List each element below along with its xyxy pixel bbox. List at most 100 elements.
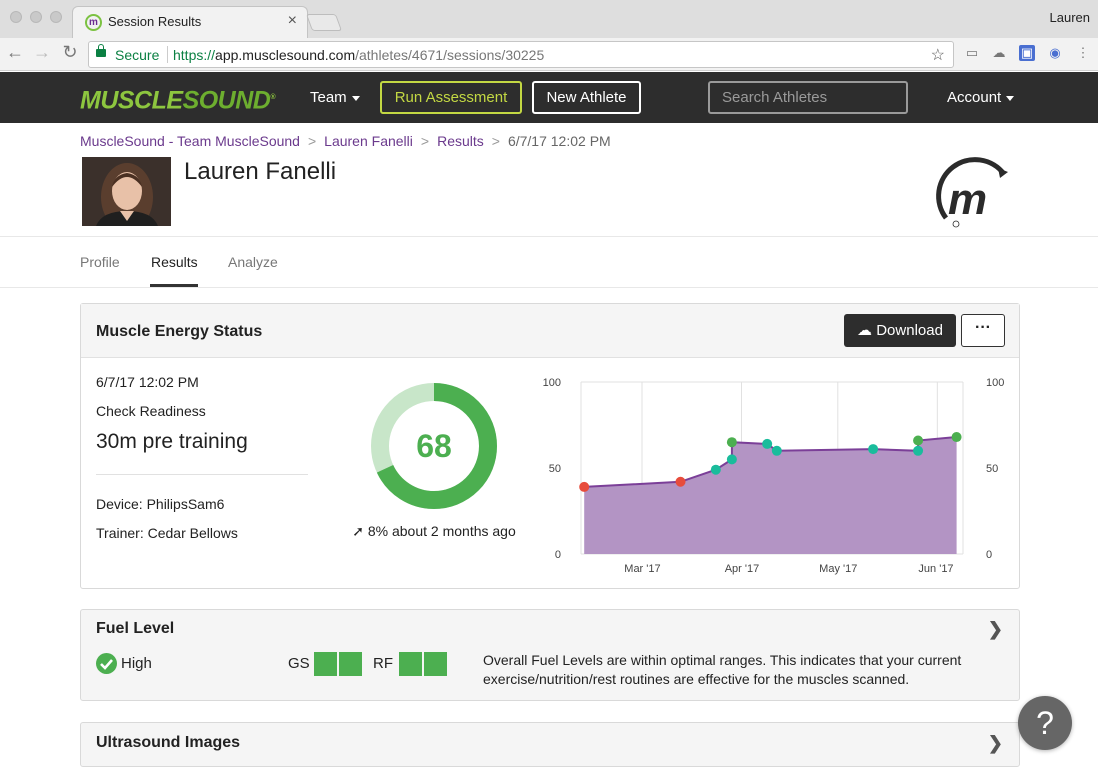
y-tick-label-right: 100 xyxy=(986,377,1004,389)
muscle-label-rf: RF xyxy=(373,655,393,672)
tab-title: Session Results xyxy=(108,14,202,29)
tab-profile[interactable]: Profile xyxy=(80,254,120,270)
url-text: https://app.musclesound.com/athletes/467… xyxy=(173,47,545,63)
address-bar[interactable]: Secure https://app.musclesound.com/athle… xyxy=(88,41,954,68)
chart-area xyxy=(584,437,957,554)
x-tick-label: May '17 xyxy=(819,563,857,575)
score-history-chart: 100 100 50 50 0 0 Mar '17 Apr '17 May '17 Jun '17 xyxy=(543,377,1005,575)
panel-title: Ultrasound Images xyxy=(96,734,241,751)
breadcrumb-team[interactable]: MuscleSound - Team MuscleSound xyxy=(80,133,300,149)
url-divider xyxy=(167,46,168,63)
cloud-download-icon: ☁ xyxy=(857,322,873,339)
chevron-right-icon[interactable]: ❯ xyxy=(988,733,1003,754)
fuel-bars-gs xyxy=(314,652,362,676)
chevron-right-icon[interactable]: ❯ xyxy=(988,619,1003,640)
more-options-button[interactable]: ··· xyxy=(961,314,1005,347)
arrow-up-right-icon: ➚ xyxy=(352,523,364,539)
browser-toolbar: ← → ↻ Secure https://app.musclesound.com… xyxy=(0,38,1098,71)
data-point xyxy=(726,454,737,465)
y-tick-label-left: 100 xyxy=(543,377,561,389)
fuel-description: Overall Fuel Levels are within optimal r… xyxy=(483,652,962,687)
score-trend: ➚ 8% about 2 months ago xyxy=(352,523,516,539)
data-point xyxy=(913,435,924,446)
panel-title: Fuel Level xyxy=(96,620,175,637)
menu-dots-icon[interactable]: ⋮ xyxy=(1075,45,1091,61)
musclesound-m-logo-icon: m xyxy=(936,157,1008,228)
breadcrumb-results[interactable]: Results xyxy=(437,133,484,149)
divider xyxy=(96,474,308,475)
reload-icon[interactable]: ↻ xyxy=(60,42,80,63)
panel-header: Muscle Energy Status ☁ Download ··· xyxy=(81,304,1019,358)
run-assessment-button[interactable]: Run Assessment xyxy=(380,81,522,114)
favicon-icon: m xyxy=(85,14,102,31)
lock-icon xyxy=(96,44,106,57)
tab-analyze[interactable]: Analyze xyxy=(228,254,278,270)
breadcrumb-athlete[interactable]: Lauren Fanelli xyxy=(324,133,413,149)
data-point xyxy=(579,481,590,492)
fuel-bar xyxy=(339,652,362,676)
window-minimize-control[interactable] xyxy=(30,11,42,23)
caret-down-icon xyxy=(351,95,360,101)
cast-icon[interactable]: ▭ xyxy=(964,45,980,61)
account-dropdown[interactable]: Account xyxy=(947,89,1015,106)
musclesound-logo[interactable]: MUSCLESOUND® xyxy=(80,84,275,114)
data-point xyxy=(771,445,782,456)
data-point xyxy=(710,464,721,475)
breadcrumb-current: 6/7/17 12:02 PM xyxy=(507,133,611,149)
data-point xyxy=(951,432,962,443)
data-point xyxy=(762,438,773,449)
muscle-label-gs: GS xyxy=(288,655,310,672)
back-arrow-icon[interactable]: ← xyxy=(5,42,25,63)
athlete-avatar xyxy=(82,157,171,226)
window-close-control[interactable] xyxy=(10,11,22,23)
divider xyxy=(0,236,1098,237)
fuel-bar xyxy=(399,652,422,676)
search-athletes-input[interactable] xyxy=(708,81,908,114)
data-point xyxy=(913,445,924,456)
extension-icon[interactable]: ▣ xyxy=(1019,45,1035,61)
session-type: Check Readiness xyxy=(96,403,206,419)
fuel-bar xyxy=(314,652,337,676)
close-icon[interactable]: × xyxy=(288,12,297,30)
browser-profile-name[interactable]: Lauren xyxy=(1050,10,1090,25)
data-point xyxy=(868,444,879,455)
ultrasound-images-panel[interactable]: Ultrasound Images ❯ xyxy=(80,722,1020,767)
data-point xyxy=(726,437,737,448)
panel-title: Muscle Energy Status xyxy=(96,323,263,340)
x-tick-label: Apr '17 xyxy=(725,563,760,575)
fuel-bar xyxy=(424,652,447,676)
cloud-icon[interactable]: ☁ xyxy=(991,45,1007,61)
breadcrumb: MuscleSound - Team MuscleSound > Lauren Fa… xyxy=(80,133,611,149)
new-tab-button[interactable] xyxy=(305,14,343,31)
x-tick-label: Mar '17 xyxy=(624,563,660,575)
session-timing: 30m pre training xyxy=(96,430,248,453)
app-navbar: MUSCLESOUND® Team Run Assessment New Ath… xyxy=(0,72,1098,123)
muscle-energy-panel: Muscle Energy Status ☁ Download ··· 6/7/… xyxy=(80,303,1020,589)
help-button[interactable]: ? xyxy=(1018,696,1072,750)
divider xyxy=(0,287,1098,288)
y-tick-label-left: 50 xyxy=(549,463,561,475)
browser-tab[interactable]: m Session Results × xyxy=(72,6,308,38)
tab-results[interactable]: Results xyxy=(151,254,198,270)
browser-tab-bar: m Session Results × Lauren xyxy=(0,0,1098,38)
caret-down-icon xyxy=(1006,95,1015,101)
team-dropdown[interactable]: Team xyxy=(310,89,360,106)
bookmark-star-icon[interactable]: ☆ xyxy=(931,45,945,65)
x-tick-label: Jun '17 xyxy=(918,563,953,575)
session-device: Device: PhilipsSam6 xyxy=(96,496,225,512)
score-value: 68 xyxy=(416,428,452,464)
y-tick-label-left: 0 xyxy=(555,549,561,561)
y-tick-label-right: 50 xyxy=(986,463,998,475)
window-maximize-control[interactable] xyxy=(50,11,62,23)
session-trainer: Trainer: Cedar Bellows xyxy=(96,525,238,541)
athlete-name: Lauren Fanelli xyxy=(184,158,337,185)
forward-arrow-icon[interactable]: → xyxy=(32,42,52,63)
extension-target-icon[interactable]: ◉ xyxy=(1047,45,1063,61)
session-date: 6/7/17 12:02 PM xyxy=(96,374,199,390)
check-circle-icon xyxy=(96,653,117,674)
security-label: Secure xyxy=(115,47,160,63)
new-athlete-button[interactable]: New Athlete xyxy=(532,81,641,114)
svg-text:m: m xyxy=(948,175,987,224)
download-button[interactable]: ☁ Download xyxy=(844,314,956,347)
fuel-status: High xyxy=(121,655,152,672)
